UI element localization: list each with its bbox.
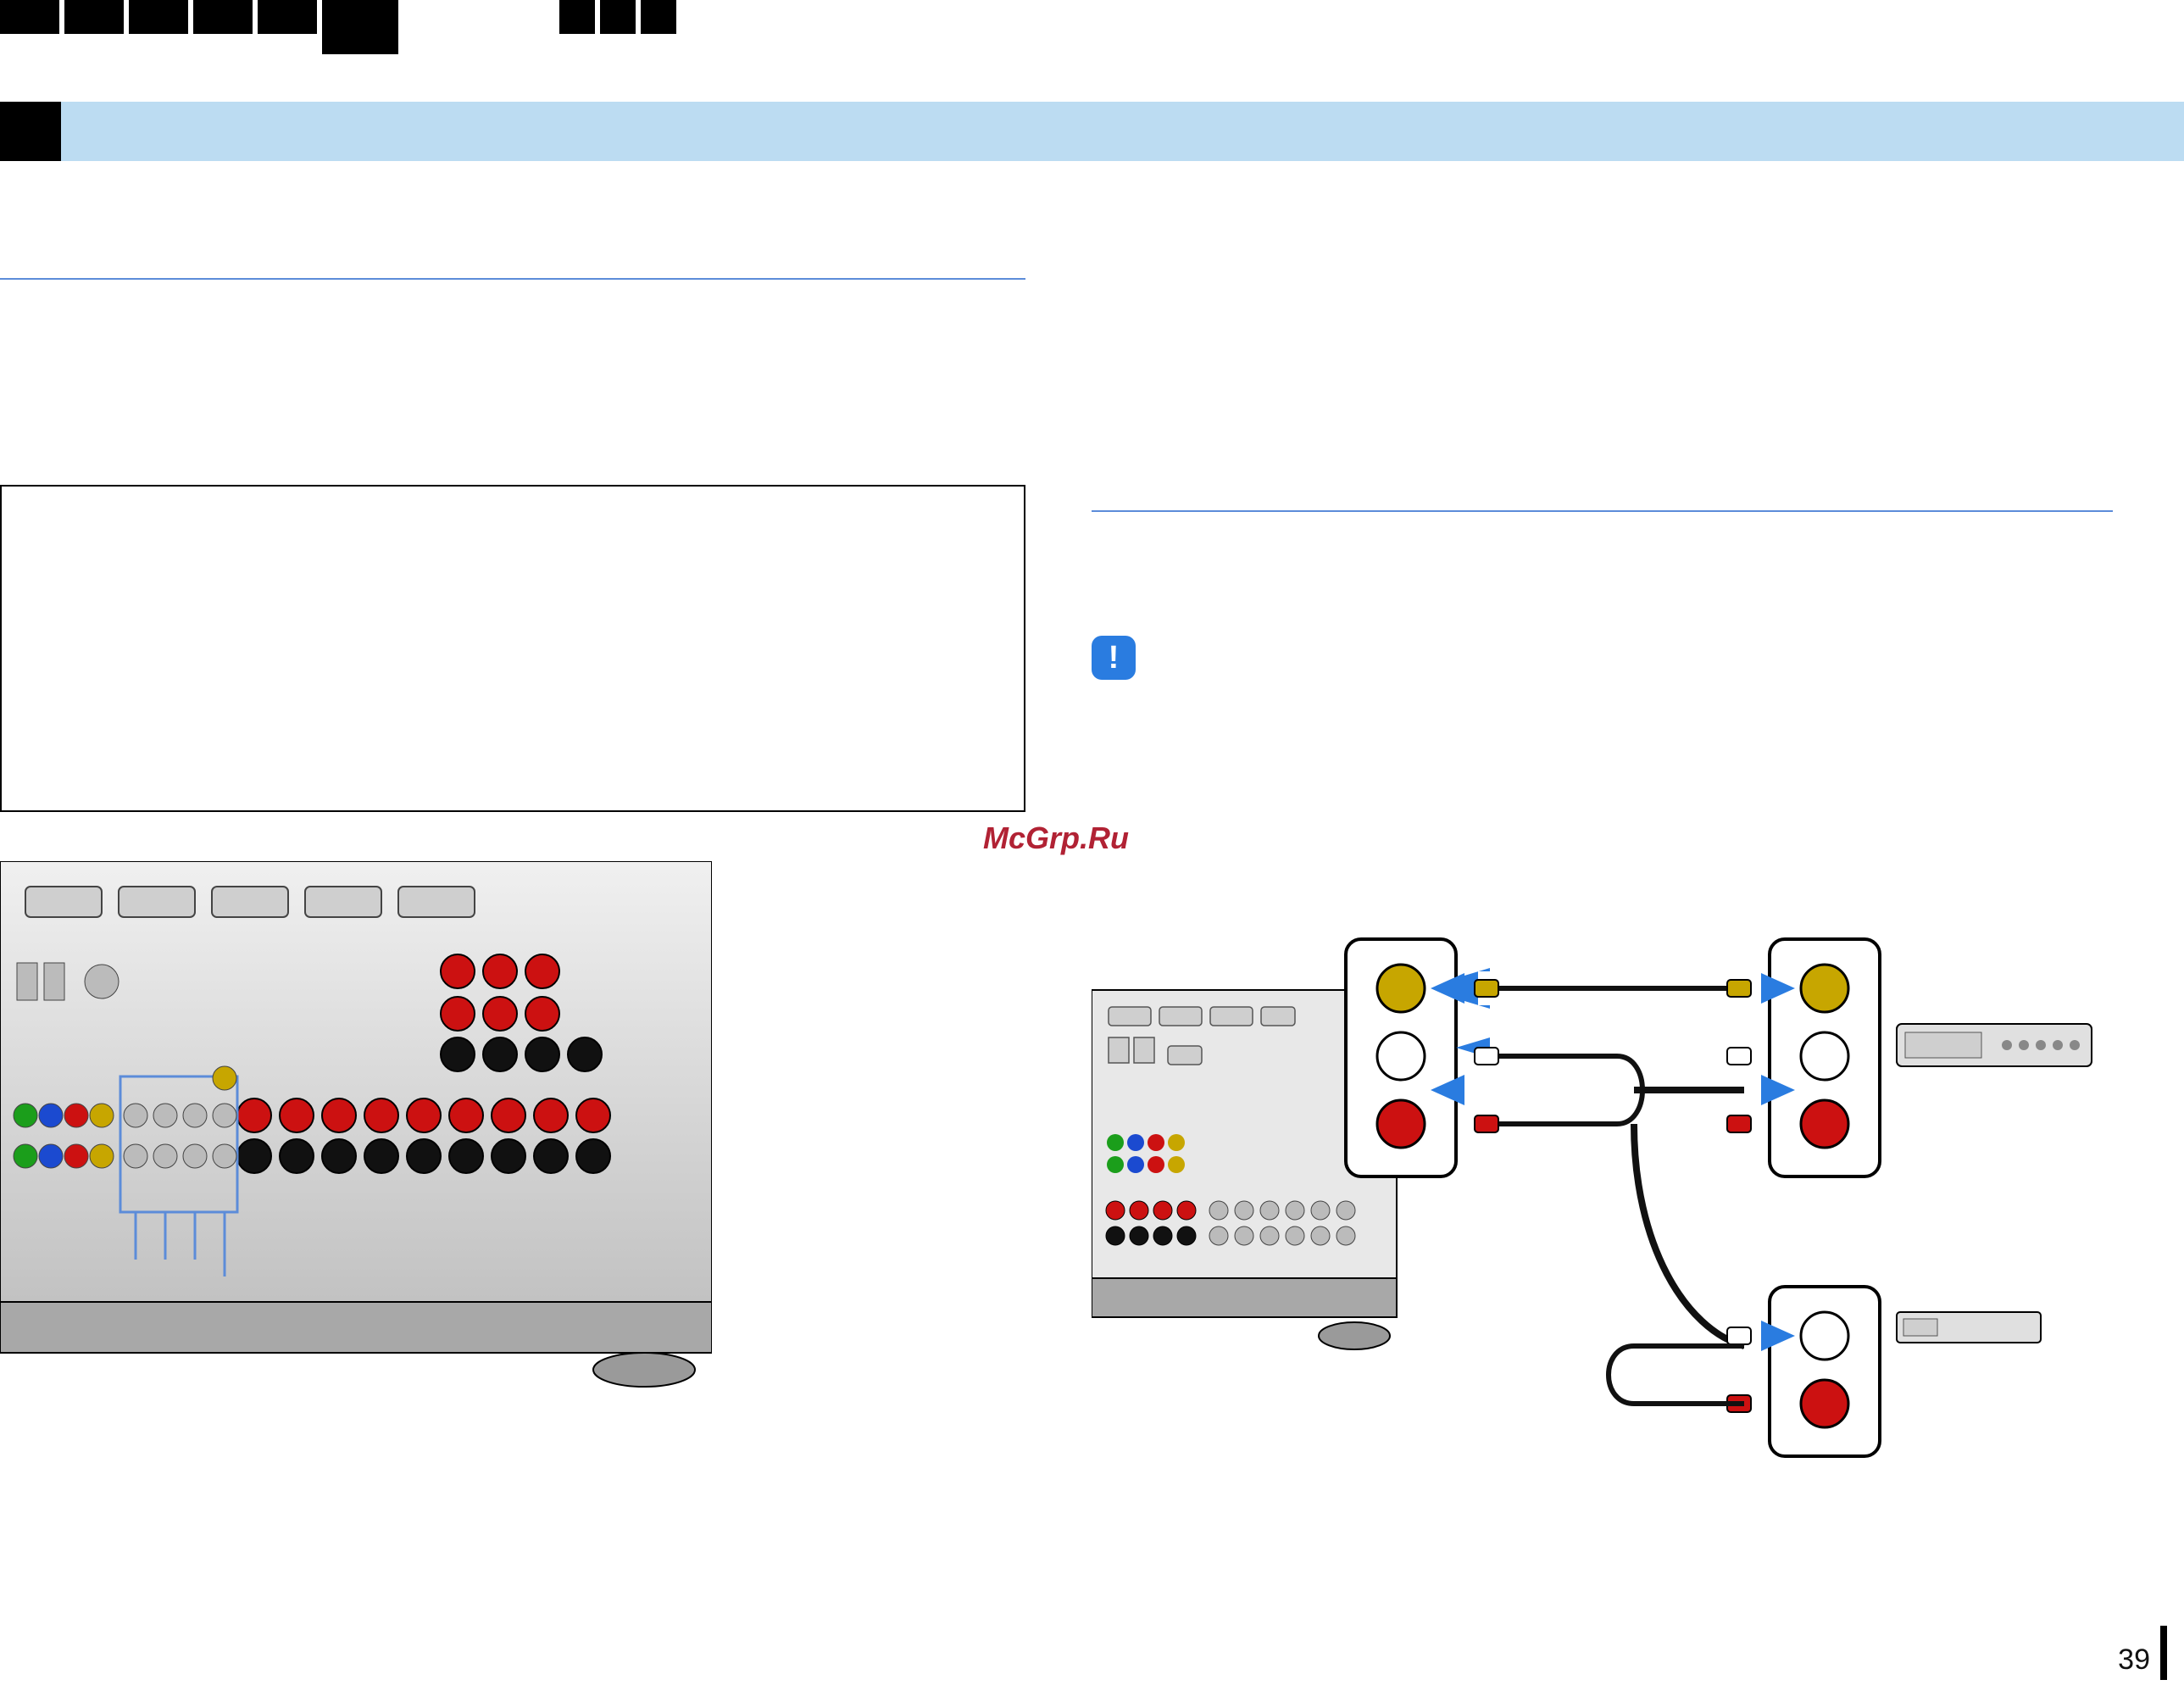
note-glyph: ! <box>1109 640 1120 676</box>
subheading-rule-left <box>0 278 1025 280</box>
tab-stub <box>193 0 253 34</box>
tab-stub <box>600 0 636 34</box>
section-band-accent <box>0 102 61 161</box>
receiver-rear-panel-illustration-left <box>0 861 712 1404</box>
tab-stub <box>0 0 59 34</box>
tab-stub <box>129 0 188 34</box>
page-number-bar <box>2160 1626 2167 1680</box>
site-watermark: McGrp.Ru <box>983 820 1129 856</box>
manual-page: ! McGrp.Ru <box>0 0 2184 1702</box>
section-band <box>0 102 2184 161</box>
tab-stub <box>258 0 317 34</box>
important-icon: ! <box>1092 636 1136 680</box>
page-number: 39 <box>2118 1644 2150 1677</box>
connection-diagram-right <box>1092 888 2109 1499</box>
tab-stub <box>64 0 124 34</box>
subheading-rule-right <box>1092 510 2113 512</box>
tab-stub-active <box>322 0 398 54</box>
top-tabs-group-1 <box>0 0 398 54</box>
info-box <box>0 485 1025 812</box>
top-tabs-group-2 <box>559 0 676 34</box>
tab-stub <box>641 0 676 34</box>
tab-stub <box>559 0 595 34</box>
